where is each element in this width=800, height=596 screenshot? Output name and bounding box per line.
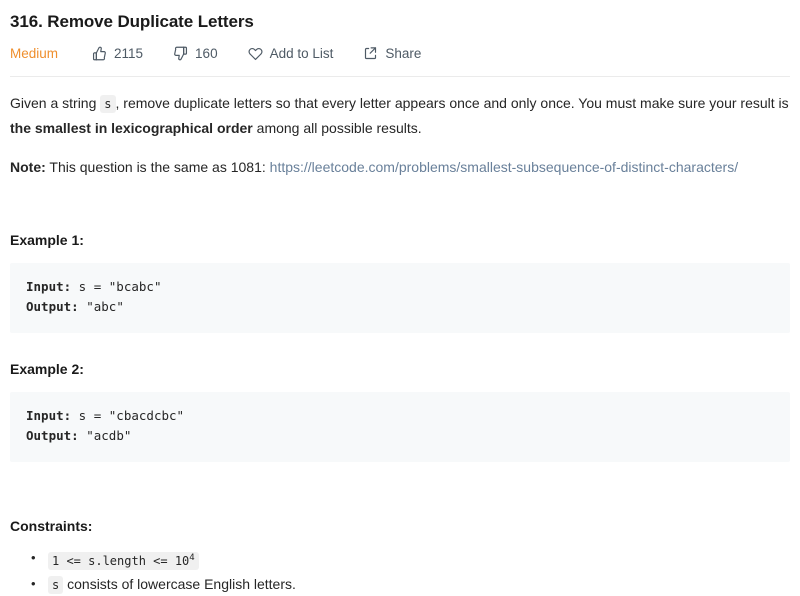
note-link[interactable]: https://leetcode.com/problems/smallest-s… bbox=[270, 159, 738, 175]
statement-part-2: , remove duplicate letters so that every… bbox=[115, 95, 789, 111]
constraints-heading: Constraints: bbox=[10, 518, 93, 534]
note-text: This question is the same as 1081: bbox=[45, 159, 270, 175]
problem-description-panel: 316. Remove Duplicate Letters Medium 211… bbox=[0, 0, 800, 596]
add-to-list-button[interactable]: Add to List bbox=[248, 45, 334, 61]
example-1-code-block: Input: s = "bcabc" Output: "abc" bbox=[10, 263, 790, 333]
constraint-charset-code: s bbox=[48, 576, 64, 594]
difficulty-badge: Medium bbox=[10, 45, 59, 61]
constraint-item-length: 1 <= s.length <= 104 bbox=[31, 547, 790, 572]
note-label: Note: bbox=[10, 159, 46, 175]
problem-note: Note: This question is the same as 1081:… bbox=[10, 155, 790, 179]
inline-code-s: s bbox=[100, 95, 116, 113]
example-1-input-label: Input: bbox=[26, 279, 72, 294]
problem-meta-row: Medium 2115 160 Add to List Share bbox=[10, 43, 790, 63]
share-button[interactable]: Share bbox=[363, 46, 421, 61]
statement-part-3: among all possible results. bbox=[252, 120, 422, 136]
like-count: 2115 bbox=[114, 45, 144, 61]
problem-content: Given a string s, remove duplicate lette… bbox=[10, 77, 790, 596]
add-to-list-label: Add to List bbox=[269, 45, 334, 61]
thumbs-down-icon bbox=[173, 46, 188, 61]
example-1-input-value: s = "bcabc" bbox=[71, 279, 162, 294]
example-2-input-label: Input: bbox=[26, 408, 72, 423]
constraint-item-charset: s consists of lowercase English letters. bbox=[31, 573, 790, 596]
statement-emphasis: the smallest in lexicographical order bbox=[10, 120, 253, 136]
constraint-charset-text: consists of lowercase English letters. bbox=[63, 576, 296, 592]
problem-statement: Given a string s, remove duplicate lette… bbox=[10, 91, 790, 140]
constraint-length-expr: 1 <= s.length <= 10 bbox=[52, 554, 190, 568]
example-2-heading: Example 2: bbox=[10, 361, 84, 377]
like-button[interactable]: 2115 bbox=[92, 46, 143, 61]
heart-icon bbox=[248, 46, 263, 61]
thumbs-up-icon bbox=[92, 46, 107, 61]
example-2-input-value: s = "cbacdcbc" bbox=[71, 408, 185, 423]
statement-part-1: Given a string bbox=[10, 95, 101, 111]
example-1-section: Example 1: Input: s = "bcabc" Output: "a… bbox=[10, 230, 790, 333]
page-title: 316. Remove Duplicate Letters bbox=[10, 12, 254, 31]
example-2-output-label: Output: bbox=[26, 428, 79, 443]
example-2-section: Example 2: Input: s = "cbacdcbc" Output:… bbox=[10, 359, 790, 462]
dislike-count: 160 bbox=[195, 45, 218, 61]
share-icon bbox=[363, 46, 378, 61]
example-2-output-value: "acdb" bbox=[78, 428, 132, 443]
constraints-list: 1 <= s.length <= 104 s consists of lower… bbox=[10, 547, 790, 596]
example-1-output-label: Output: bbox=[26, 299, 79, 314]
dislike-button[interactable]: 160 bbox=[173, 46, 218, 61]
example-1-output-value: "abc" bbox=[78, 299, 124, 314]
example-2-code-block: Input: s = "cbacdcbc" Output: "acdb" bbox=[10, 392, 790, 462]
share-label: Share bbox=[385, 45, 422, 61]
example-1-heading: Example 1: bbox=[10, 232, 84, 248]
